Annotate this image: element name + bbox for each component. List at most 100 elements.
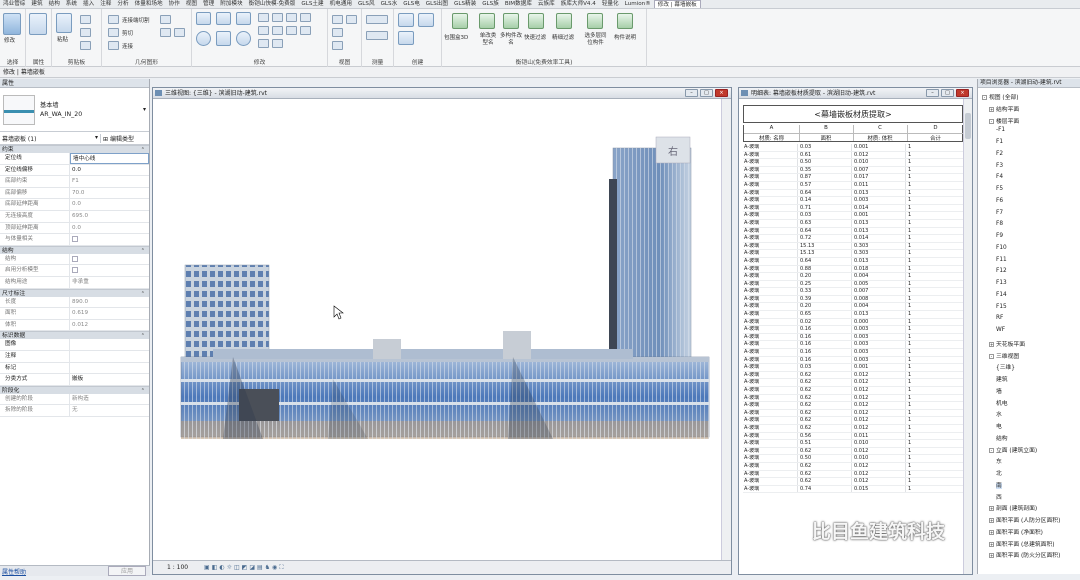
schedule-cell[interactable]: A-玻璃 <box>743 379 798 386</box>
quick-filter-label[interactable]: 快速过滤 <box>524 33 546 41</box>
property-value[interactable]: 嵌板 <box>70 374 149 385</box>
property-row[interactable]: 体积 0.012 <box>0 319 149 332</box>
schedule-cell[interactable]: 1 <box>906 379 963 386</box>
schedule-cell[interactable]: 1 <box>906 220 963 227</box>
schedule-cell[interactable]: 1 <box>906 433 963 440</box>
schedule-row[interactable]: A-玻璃 0.16 0.003 1 <box>743 333 963 342</box>
schedule-cell[interactable]: A-玻璃 <box>743 288 798 295</box>
schedule-cell[interactable]: A-玻璃 <box>743 478 798 485</box>
schedule-cell[interactable]: 0.008 <box>852 295 906 303</box>
property-row[interactable]: 长度 890.0 <box>0 296 149 309</box>
schedule-cell[interactable]: 0.014 <box>852 204 906 212</box>
schedule-cell[interactable]: 1 <box>906 448 963 455</box>
schedule-cell[interactable]: A-玻璃 <box>743 417 798 424</box>
trim-extend-icon[interactable] <box>272 39 283 48</box>
schedule-row[interactable]: A-玻璃 0.62 0.012 1 <box>743 462 963 471</box>
schedule-row[interactable]: A-玻璃 0.64 0.013 1 <box>743 189 963 198</box>
schedule-row[interactable]: A-玻璃 0.62 0.012 1 <box>743 470 963 479</box>
browser-node[interactable]: 南 <box>996 480 1002 489</box>
instance-selector[interactable]: 幕墙嵌板 (1) ▾ <box>0 134 100 143</box>
schedule-cell[interactable]: 0.303 <box>852 242 906 250</box>
schedule-cell[interactable]: 0.012 <box>852 394 906 402</box>
browser-node[interactable]: - 楼层平面 <box>989 116 1019 125</box>
schedule-row[interactable]: A-玻璃 0.57 0.011 1 <box>743 181 963 190</box>
paint-icon[interactable] <box>174 28 185 37</box>
schedule-cell[interactable]: A-玻璃 <box>743 265 798 273</box>
schedule-cell[interactable]: 0.62 <box>798 371 852 379</box>
collapse-chevron-icon[interactable]: ⌃ <box>141 332 145 340</box>
schedule-cell[interactable]: 0.012 <box>852 409 906 417</box>
schedule-cell[interactable]: 0.007 <box>852 288 906 295</box>
scale-icon[interactable] <box>272 26 283 35</box>
schedule-cell[interactable]: 0.16 <box>798 341 852 349</box>
property-row[interactable]: 创建的阶段 新构造 <box>0 393 149 406</box>
schedule-cell[interactable]: 1 <box>906 144 963 151</box>
schedule-cell[interactable]: 0.62 <box>798 409 852 417</box>
schedule-cell[interactable]: 0.57 <box>798 181 852 189</box>
schedule-cell[interactable]: 0.011 <box>852 432 906 440</box>
property-row[interactable]: 顶部延伸距离 0.0 <box>0 222 149 235</box>
schedule-cell[interactable]: A-玻璃 <box>743 356 798 364</box>
cut-icon[interactable] <box>80 28 91 37</box>
member-desc-label[interactable]: 构件说明 <box>614 33 636 41</box>
schedule-cell[interactable]: 0.20 <box>798 303 852 311</box>
collapse-icon[interactable]: - <box>989 447 994 453</box>
ribbon-tab[interactable]: 结构 <box>46 0 63 8</box>
schedule-cell[interactable]: A-玻璃 <box>743 159 798 166</box>
property-row[interactable]: 面积 0.619 <box>0 308 149 320</box>
property-checkbox[interactable] <box>72 236 78 243</box>
property-row[interactable]: 无连接高度 695.0 <box>0 210 149 223</box>
modify-cursor-icon[interactable] <box>3 13 21 35</box>
schedule-cell[interactable]: 0.003 <box>852 333 906 341</box>
schedule-row[interactable]: A-玻璃 0.62 0.012 1 <box>743 417 963 425</box>
schedule-cell[interactable]: A-玻璃 <box>743 470 798 478</box>
schedule-cell[interactable]: 0.50 <box>798 159 852 166</box>
cut-geometry-label[interactable]: 剪切 <box>122 29 133 37</box>
schedule-cell[interactable]: A-玻璃 <box>743 318 798 326</box>
schedule-cell[interactable]: 0.012 <box>852 462 906 470</box>
expand-icon[interactable]: + <box>989 106 994 112</box>
browser-node[interactable]: F7 <box>996 210 1003 216</box>
browser-node[interactable]: 建筑 <box>996 374 1008 383</box>
schedule-cell[interactable]: 1 <box>906 182 963 189</box>
schedule-row[interactable]: A-玻璃 15.13 0.303 1 <box>743 242 963 251</box>
schedule-cell[interactable]: 0.013 <box>852 189 906 197</box>
create-group-icon[interactable] <box>398 31 414 45</box>
schedule-cell[interactable]: 0.39 <box>798 295 852 303</box>
ribbon-tab[interactable]: 分析 <box>114 0 131 8</box>
ribbon-tab[interactable]: BIM数据库 <box>502 0 535 8</box>
schedule-cell[interactable]: 0.03 <box>798 144 852 151</box>
schedule-cell[interactable]: 1 <box>906 387 963 394</box>
schedule-cell[interactable]: A-玻璃 <box>743 144 798 151</box>
property-section-header[interactable]: 结构 ⌃ <box>0 245 149 254</box>
schedule-cell[interactable]: 0.010 <box>852 440 906 447</box>
create-assembly-icon[interactable] <box>418 13 434 27</box>
unpin-icon[interactable] <box>300 13 311 22</box>
schedule-row[interactable]: A-玻璃 0.62 0.012 1 <box>743 478 963 486</box>
precise-filter-icon[interactable] <box>556 13 572 29</box>
schedule-cell[interactable]: 0.018 <box>852 265 906 273</box>
schedule-cell[interactable]: 0.012 <box>852 379 906 386</box>
ribbon-tab[interactable]: GLS土建 <box>298 0 326 8</box>
property-row[interactable]: 定位线偏移 0.0 <box>0 164 149 177</box>
schedule-row[interactable]: A-玻璃 0.72 0.014 1 <box>743 235 963 243</box>
browser-node[interactable]: - 立面 (建筑立面) <box>989 445 1037 454</box>
schedule-cell[interactable]: A-玻璃 <box>743 341 798 349</box>
browser-node[interactable]: F10 <box>996 245 1007 251</box>
expand-icon[interactable]: + <box>989 541 994 547</box>
ribbon-tab[interactable]: 轻量化 <box>599 0 622 8</box>
schedule-row[interactable]: A-玻璃 0.20 0.004 1 <box>743 303 963 312</box>
schedule-cell[interactable]: A-玻璃 <box>743 257 798 265</box>
schedule-cell[interactable]: 1 <box>906 417 963 424</box>
select-layers-label[interactable]: 选多层同位构件 <box>583 33 608 47</box>
schedule-row[interactable]: A-玻璃 0.62 0.012 1 <box>743 371 963 380</box>
browser-node[interactable]: F13 <box>996 280 1007 286</box>
property-row[interactable]: 定位线 墙中心线 <box>0 153 149 165</box>
schedule-cell[interactable]: 0.33 <box>798 288 852 295</box>
schedule-cell[interactable]: 0.16 <box>798 356 852 364</box>
schedule-row[interactable]: A-玻璃 0.62 0.012 1 <box>743 379 963 387</box>
schedule-cell[interactable]: 0.62 <box>798 478 852 485</box>
schedule-cell[interactable]: 0.88 <box>798 265 852 273</box>
type-preview[interactable]: 基本墙 AR_WA_IN_20 ▾ <box>0 88 149 132</box>
ribbon-tab[interactable]: GLS族 <box>479 0 502 8</box>
